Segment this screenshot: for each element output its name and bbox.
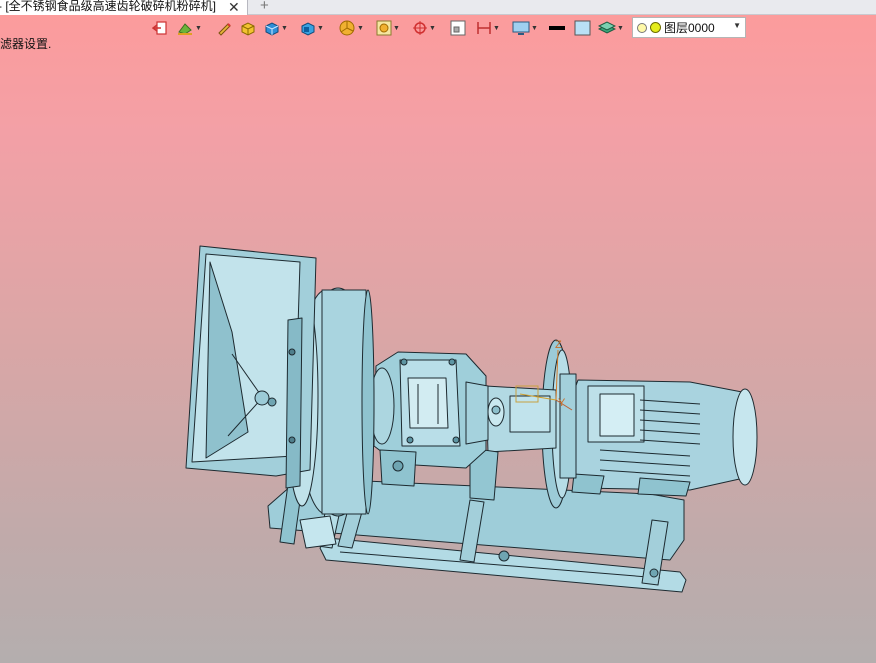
model-canvas[interactable]: Z Y <box>0 0 876 663</box>
new-tab-icon[interactable]: + <box>260 0 269 14</box>
electric-motor <box>569 379 758 497</box>
command-prompt-text: 滤器设置. <box>0 37 52 51</box>
dimension-icon[interactable]: ▼ <box>476 19 500 37</box>
layer-name: 图层0000 <box>664 21 715 35</box>
document-tab-title: - [全不锈钢食品级高速齿轮破碎机粉碎机] <box>0 0 216 13</box>
chevron-down-icon[interactable]: ▼ <box>733 21 741 30</box>
lightbulb-icon[interactable] <box>637 22 647 33</box>
snap-target-icon[interactable]: ▼ <box>412 19 436 37</box>
document-tab-bar: - [全不锈钢食品级高速齿轮破碎机粉碎机] ✕ + <box>0 0 876 15</box>
exit-icon[interactable] <box>152 19 168 37</box>
layer-dropdown[interactable]: 图层0000 ▼ <box>632 17 746 38</box>
pie-icon[interactable]: ▼ <box>338 19 364 37</box>
box-shaded-icon[interactable]: ▼ <box>300 19 324 37</box>
feed-hopper <box>185 245 317 489</box>
box-yellow-icon[interactable] <box>240 19 256 37</box>
document-tab[interactable]: - [全不锈钢食品级高速齿轮破碎机粉碎机] <box>0 0 248 15</box>
layer-color-dot <box>650 22 661 33</box>
layers-icon[interactable]: ▼ <box>598 19 624 37</box>
paint-bucket-icon[interactable]: ▼ <box>176 19 202 37</box>
axis-y-label: Y <box>558 397 566 409</box>
frame-icon[interactable] <box>450 19 466 37</box>
box-blue-icon[interactable]: ▼ <box>264 19 288 37</box>
image-frame-icon[interactable]: ▼ <box>376 19 400 37</box>
line-color-fill <box>549 26 565 30</box>
monitor-icon[interactable]: ▼ <box>512 19 538 37</box>
axis-z-label: Z <box>555 339 562 351</box>
3d-viewport[interactable]: Z Y <box>0 0 876 663</box>
line-color-swatch[interactable] <box>548 19 566 37</box>
close-tab-icon[interactable]: ✕ <box>228 0 240 16</box>
fill-color-swatch[interactable] <box>574 19 592 37</box>
pencil-icon[interactable] <box>216 19 232 37</box>
